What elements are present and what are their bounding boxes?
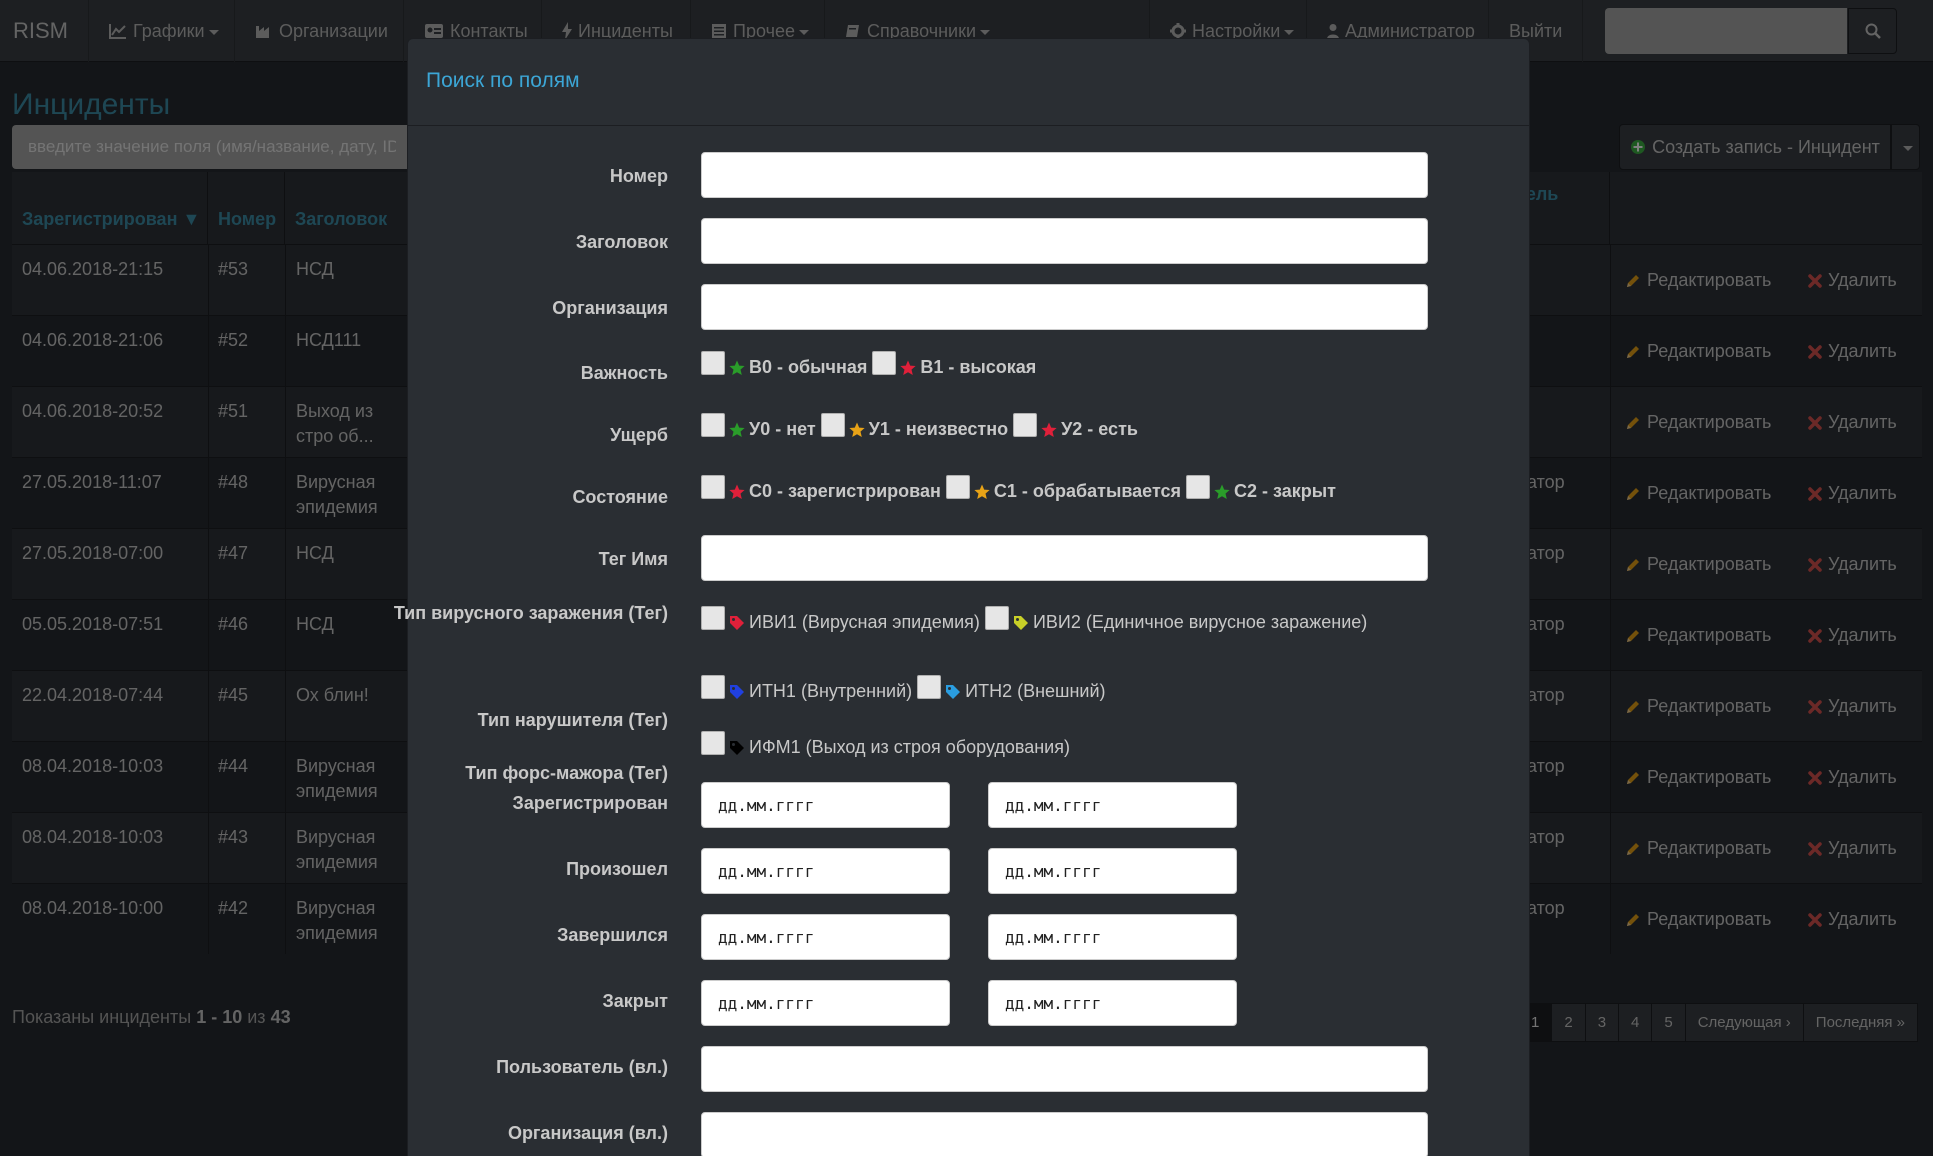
damage-u1-label: У1 - неизвестно bbox=[868, 419, 1009, 439]
force-ifm1-label: ИФМ1 (Выход из строя оборудования) bbox=[749, 737, 1070, 757]
importance-options: В0 - обычная В1 - высокая bbox=[701, 350, 1041, 378]
virus-ivi1-label: ИВИ1 (Вирусная эпидемия) bbox=[749, 612, 980, 632]
tag-black-icon bbox=[729, 740, 745, 756]
state-c2-checkbox[interactable] bbox=[1186, 474, 1211, 499]
tag-blue-icon bbox=[729, 684, 745, 700]
damage-u1-checkbox[interactable] bbox=[820, 412, 845, 437]
state-c0-checkbox[interactable] bbox=[701, 474, 725, 499]
label-owner-user: Пользователь (вл.) bbox=[496, 1057, 668, 1077]
damage-u2-label: У2 - есть bbox=[1061, 419, 1138, 439]
tag-red-icon bbox=[729, 615, 745, 631]
star-yellow-icon bbox=[974, 484, 990, 500]
star-yellow-icon bbox=[849, 422, 865, 438]
label-closed: Закрыт bbox=[602, 991, 668, 1011]
label-finished: Завершился bbox=[557, 925, 668, 945]
state-c0-label: С0 - зарегистрирован bbox=[749, 481, 941, 501]
owner-org-field[interactable] bbox=[701, 1112, 1428, 1156]
tag-lightblue-icon bbox=[945, 684, 961, 700]
violator-itn2-label: ИТН2 (Внешний) bbox=[965, 681, 1106, 701]
label-state: Состояние bbox=[572, 487, 668, 507]
state-c2-label: С2 - закрыт bbox=[1234, 481, 1336, 501]
force-ifm1-checkbox[interactable] bbox=[701, 730, 725, 755]
label-force-type: Тип форс-мажора (Тег) bbox=[465, 763, 668, 783]
star-red-icon bbox=[729, 484, 745, 500]
number-field[interactable] bbox=[701, 152, 1428, 198]
modal-divider bbox=[408, 125, 1529, 126]
label-organization: Организация bbox=[552, 298, 668, 318]
label-tag-name: Тег Имя bbox=[598, 549, 668, 569]
label-occurred: Произошел bbox=[566, 859, 668, 879]
state-c1-label: С1 - обрабатывается bbox=[993, 481, 1182, 501]
closed-to-date[interactable]: дд.мм.гггг bbox=[988, 980, 1237, 1026]
occurred-from-date[interactable]: дд.мм.гггг bbox=[701, 848, 950, 894]
modal-title: Поиск по полям bbox=[426, 69, 580, 92]
violator-type-options: ИТН1 (Внутренний) ИТН2 (Внешний) bbox=[701, 674, 1111, 702]
violator-itn1-checkbox[interactable] bbox=[701, 674, 725, 699]
finished-to-date[interactable]: дд.мм.гггг bbox=[988, 914, 1237, 960]
label-importance: Важность bbox=[580, 363, 668, 383]
label-owner-org: Организация (вл.) bbox=[507, 1123, 668, 1143]
tag-yellow-icon bbox=[1013, 615, 1029, 631]
state-options: С0 - зарегистрирован С1 - обрабатывается… bbox=[701, 474, 1341, 502]
importance-b1-checkbox[interactable] bbox=[872, 350, 897, 375]
label-violator-type: Тип нарушителя (Тег) bbox=[477, 710, 668, 730]
label-virus-type: Тип вирусного заражения (Тег) bbox=[393, 603, 668, 623]
importance-b1-label: В1 - высокая bbox=[920, 357, 1037, 377]
label-number: Номер bbox=[609, 166, 668, 186]
heading-field[interactable] bbox=[701, 218, 1428, 264]
registered-to-date[interactable]: дд.мм.гггг bbox=[988, 782, 1237, 828]
star-red-icon bbox=[1041, 422, 1057, 438]
importance-b0-label: В0 - обычная bbox=[749, 357, 868, 377]
label-damage: Ущерб bbox=[610, 425, 668, 445]
owner-user-field[interactable] bbox=[701, 1046, 1428, 1092]
label-heading: Заголовок bbox=[575, 232, 668, 252]
label-registered: Зарегистрирован bbox=[512, 793, 668, 813]
damage-u0-label: У0 - нет bbox=[749, 419, 816, 439]
violator-itn2-checkbox[interactable] bbox=[917, 674, 942, 699]
star-red-icon bbox=[900, 360, 916, 376]
virus-ivi2-checkbox[interactable] bbox=[984, 605, 1009, 630]
virus-ivi1-checkbox[interactable] bbox=[701, 605, 725, 630]
damage-u2-checkbox[interactable] bbox=[1013, 412, 1038, 437]
closed-from-date[interactable]: дд.мм.гггг bbox=[701, 980, 950, 1026]
tag-name-field[interactable] bbox=[701, 535, 1428, 581]
finished-from-date[interactable]: дд.мм.гггг bbox=[701, 914, 950, 960]
damage-options: У0 - нет У1 - неизвестно У2 - есть bbox=[701, 412, 1143, 440]
star-green-icon bbox=[729, 360, 745, 376]
force-type-options: ИФМ1 (Выход из строя оборудования) bbox=[701, 730, 1075, 758]
violator-itn1-label: ИТН1 (Внутренний) bbox=[749, 681, 913, 701]
organization-field[interactable] bbox=[701, 284, 1428, 330]
star-green-icon bbox=[1214, 484, 1230, 500]
registered-from-date[interactable]: дд.мм.гггг bbox=[701, 782, 950, 828]
star-green-icon bbox=[729, 422, 745, 438]
state-c1-checkbox[interactable] bbox=[945, 474, 970, 499]
virus-type-options: ИВИ1 (Вирусная эпидемия) ИВИ2 (Единичное… bbox=[701, 605, 1372, 633]
importance-b0-checkbox[interactable] bbox=[701, 350, 725, 375]
damage-u0-checkbox[interactable] bbox=[701, 412, 725, 437]
search-modal: Поиск по полям Номер Заголовок Организац… bbox=[394, 38, 1530, 1156]
virus-ivi2-label: ИВИ2 (Единичное вирусное заражение) bbox=[1032, 612, 1368, 632]
occurred-to-date[interactable]: дд.мм.гггг bbox=[988, 848, 1237, 894]
